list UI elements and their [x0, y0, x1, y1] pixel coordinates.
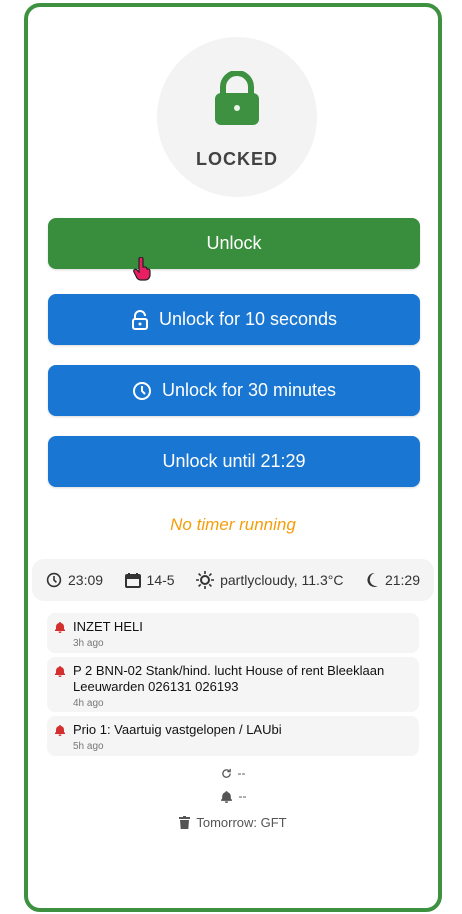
unlock-button-label: Unlock	[206, 233, 262, 253]
alarm-bell-icon	[55, 725, 65, 736]
alert-age: 5h ago	[73, 741, 104, 752]
info-time: 23:09	[46, 572, 103, 588]
alarm-value: --	[238, 789, 247, 803]
hand-pointer-cursor-icon	[133, 257, 151, 281]
info-date-value: 14-5	[146, 572, 175, 588]
unlock-10-seconds-button[interactable]: Unlock for 10 seconds	[48, 294, 420, 345]
lock-status-circle: LOCKED	[157, 37, 317, 197]
unlock-10-seconds-label: Unlock for 10 seconds	[158, 309, 338, 329]
moon-icon	[367, 572, 378, 587]
alert-item[interactable]: INZET HELI 3h ago	[47, 613, 419, 653]
info-moon: 21:29	[365, 572, 420, 588]
alert-item[interactable]: P 2 BNN-02 Stank/hind. lucht House of re…	[47, 657, 419, 712]
calendar-icon	[124, 573, 141, 588]
info-moon-value: 21:29	[384, 572, 420, 588]
clock-icon	[132, 381, 151, 400]
trash-icon	[179, 816, 191, 829]
alert-age: 3h ago	[73, 638, 104, 649]
alert-item[interactable]: Prio 1: Vaartuig vastgelopen / LAUbi 5h …	[47, 716, 419, 756]
alert-title: INZET HELI	[73, 619, 143, 634]
unlock-30-minutes-label: Unlock for 30 minutes	[161, 380, 337, 400]
info-bar: 23:09 14-5 partlycloudy, 11.3°C 21:29	[32, 559, 434, 601]
unlock-until-button[interactable]: Unlock until 21:29	[48, 436, 420, 487]
info-date: 14-5	[124, 572, 175, 588]
alarm-bell-icon	[55, 666, 65, 677]
refresh-status: --	[28, 766, 438, 780]
sun-icon	[196, 571, 215, 589]
info-weather-value: partlycloudy, 11.3°C	[220, 572, 344, 588]
lock-card: LOCKED Unlock Unlock for 10 seconds Unlo…	[24, 3, 442, 912]
alert-title: Prio 1: Vaartuig vastgelopen / LAUbi	[73, 722, 282, 737]
refresh-value: --	[237, 766, 246, 780]
info-time-value: 23:09	[68, 572, 104, 588]
lock-open-icon	[131, 309, 148, 330]
lock-status-text: LOCKED	[196, 149, 278, 169]
info-weather: partlycloudy, 11.3°C	[196, 571, 343, 589]
waste-value: Tomorrow: GFT	[196, 815, 287, 830]
lock-icon	[215, 71, 259, 125]
refresh-icon	[221, 768, 231, 778]
clock-icon	[46, 572, 62, 588]
alert-age: 4h ago	[73, 698, 104, 709]
timer-status-text: No timer running	[170, 515, 296, 534]
unlock-30-minutes-button[interactable]: Unlock for 30 minutes	[48, 365, 420, 416]
unlock-until-label: Unlock until 21:29	[162, 451, 306, 471]
alarm-status: --	[28, 789, 438, 803]
unlock-button[interactable]: Unlock	[48, 218, 420, 269]
waste-collection: Tomorrow: GFT	[28, 815, 438, 830]
alert-title: P 2 BNN-02 Stank/hind. lucht House of re…	[73, 663, 385, 694]
alarm-bell-icon	[55, 622, 65, 633]
alarm-bell-icon	[220, 790, 232, 803]
